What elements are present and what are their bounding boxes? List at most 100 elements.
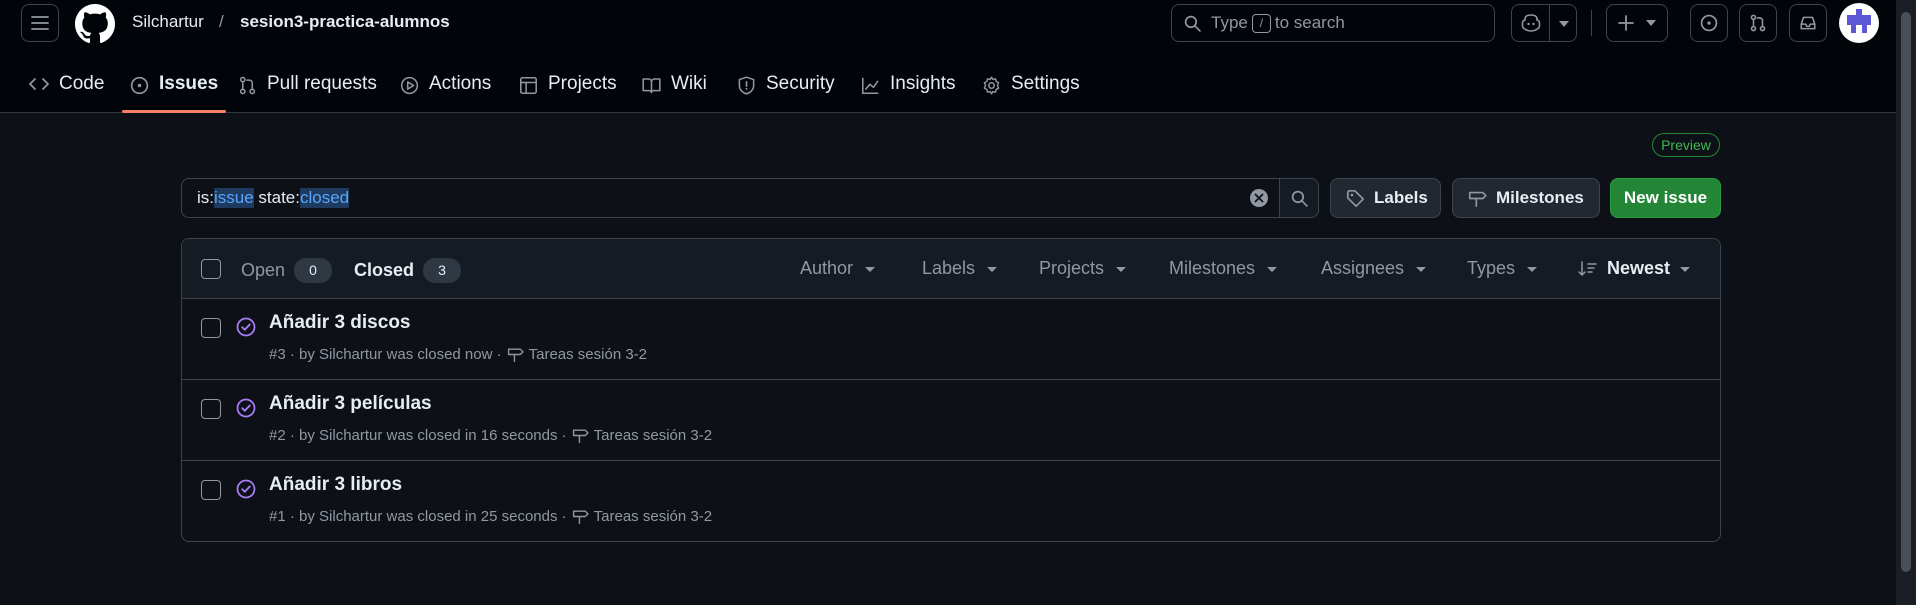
repo-owner-link[interactable]: Silchartur (132, 12, 204, 32)
labels-button[interactable]: Labels (1330, 178, 1441, 218)
issue-row[interactable]: Añadir 3 películas #2 · by Silchartur wa… (182, 380, 1720, 461)
copilot-dropdown-icon[interactable] (1559, 21, 1569, 27)
tab-security[interactable]: Security (737, 64, 835, 113)
tab-wiki[interactable]: Wiki (642, 64, 707, 113)
scrollbar-thumb[interactable] (1901, 12, 1911, 572)
closed-count-badge: 3 (423, 258, 462, 283)
inbox-button[interactable] (1789, 4, 1827, 42)
caret-down-icon (987, 267, 998, 272)
milestones-filter-dropdown[interactable]: Milestones (1169, 258, 1278, 279)
chevron-down-icon (1646, 20, 1656, 26)
issue-checkbox[interactable] (201, 318, 221, 338)
breadcrumb-separator: / (219, 12, 224, 31)
issue-milestone-link[interactable]: Tareas sesión 3-2 (529, 346, 647, 363)
milestone-icon (507, 346, 524, 363)
milestone-icon (572, 508, 589, 525)
issues-list-header: Open 0 Closed 3 Author Labels Projects M… (182, 239, 1720, 299)
tab-pull-requests[interactable]: Pull requests (238, 64, 377, 113)
projects-filter-dropdown[interactable]: Projects (1039, 258, 1127, 279)
tab-issues[interactable]: Issues (121, 64, 227, 113)
issue-row[interactable]: Añadir 3 discos #3 · by Silchartur was c… (182, 299, 1720, 380)
issue-meta: #3 · by Silchartur was closed now · Tare… (269, 346, 648, 363)
closed-issues-tab[interactable]: Closed 3 (354, 258, 462, 283)
inbox-icon (1799, 14, 1817, 32)
issue-milestone-link[interactable]: Tareas sesión 3-2 (594, 508, 712, 525)
sort-desc-icon (1578, 260, 1597, 277)
author-filter-dropdown[interactable]: Author (800, 258, 876, 279)
issue-meta: #2 · by Silchartur was closed in 16 seco… (269, 427, 713, 444)
caret-down-icon (865, 267, 876, 272)
create-new-button[interactable] (1606, 4, 1668, 42)
pull-requests-button[interactable] (1739, 4, 1777, 42)
app-header: Silchartur / sesion3-practica-alumnos Ty… (0, 0, 1916, 113)
issue-title-link[interactable]: Añadir 3 libros (269, 474, 402, 496)
issue-checkbox[interactable] (201, 399, 221, 419)
book-icon (642, 76, 661, 95)
labels-filter-dropdown[interactable]: Labels (922, 258, 998, 279)
filter-qualifier-state: state: (253, 188, 300, 207)
issue-milestone-link[interactable]: Tareas sesión 3-2 (594, 427, 712, 444)
tag-icon (1346, 189, 1365, 208)
menu-button[interactable] (21, 4, 59, 42)
open-issues-tab[interactable]: Open 0 (241, 258, 333, 283)
hamburger-icon (31, 15, 49, 31)
tab-code[interactable]: Code (29, 64, 104, 113)
issue-closed-icon (236, 317, 256, 337)
milestone-icon (572, 427, 589, 444)
issue-title-link[interactable]: Añadir 3 películas (269, 393, 432, 415)
issue-filter-input[interactable]: is: issue state: closed (181, 178, 1280, 218)
clear-filter-icon[interactable] (1249, 188, 1269, 208)
caret-down-icon (1680, 267, 1691, 272)
select-all-checkbox[interactable] (201, 259, 221, 279)
filter-qualifier-is: is: (197, 188, 214, 207)
toolbar-divider (1591, 10, 1592, 36)
milestones-button[interactable]: Milestones (1452, 178, 1600, 218)
github-logo-icon[interactable] (75, 4, 115, 44)
assignees-filter-dropdown[interactable]: Assignees (1321, 258, 1427, 279)
caret-down-icon (1416, 267, 1427, 272)
git-pull-request-icon (238, 76, 257, 95)
copilot-icon[interactable] (1521, 14, 1541, 32)
search-placeholder-suffix: to search (1274, 13, 1345, 32)
filter-value-closed: closed (300, 188, 350, 208)
issues-button[interactable] (1690, 4, 1728, 42)
play-icon (400, 76, 419, 95)
issue-checkbox[interactable] (201, 480, 221, 500)
issue-title-link[interactable]: Añadir 3 discos (269, 312, 411, 334)
sort-dropdown[interactable]: Newest (1578, 258, 1691, 279)
code-icon (29, 76, 49, 92)
search-shortcut-key: / (1251, 13, 1271, 33)
tab-settings[interactable]: Settings (982, 64, 1080, 113)
new-issue-button[interactable]: New issue (1610, 178, 1721, 218)
milestone-icon (1468, 189, 1487, 208)
search-placeholder-prefix: Type (1211, 13, 1248, 32)
filter-value-issue: issue (214, 188, 254, 208)
issue-meta: #1 · by Silchartur was closed in 25 seco… (269, 508, 713, 525)
repo-name-link[interactable]: sesion3-practica-alumnos (240, 12, 450, 32)
types-filter-dropdown[interactable]: Types (1467, 258, 1538, 279)
search-icon (1184, 15, 1201, 32)
gear-icon (982, 76, 1001, 95)
tab-actions[interactable]: Actions (400, 64, 491, 113)
search-icon (1291, 190, 1308, 207)
button-divider (1549, 5, 1550, 41)
open-count-badge: 0 (294, 258, 333, 283)
issue-closed-icon (236, 479, 256, 499)
tab-projects[interactable]: Projects (519, 64, 617, 113)
global-search-input[interactable]: Type / to search (1171, 4, 1495, 42)
plus-icon (1618, 15, 1634, 31)
top-bar: Silchartur / sesion3-practica-alumnos Ty… (0, 0, 1895, 48)
copilot-button-group (1511, 4, 1577, 42)
tab-insights[interactable]: Insights (861, 64, 955, 113)
page-scrollbar[interactable] (1896, 0, 1916, 605)
caret-down-icon (1267, 267, 1278, 272)
preview-badge[interactable]: Preview (1652, 133, 1720, 157)
caret-down-icon (1527, 267, 1538, 272)
caret-down-icon (1116, 267, 1127, 272)
graph-icon (861, 76, 880, 95)
issue-row[interactable]: Añadir 3 libros #1 · by Silchartur was c… (182, 461, 1720, 541)
filter-search-button[interactable] (1280, 178, 1319, 218)
shield-icon (737, 76, 756, 95)
user-avatar[interactable] (1839, 3, 1879, 43)
issues-list: Open 0 Closed 3 Author Labels Projects M… (181, 238, 1721, 542)
